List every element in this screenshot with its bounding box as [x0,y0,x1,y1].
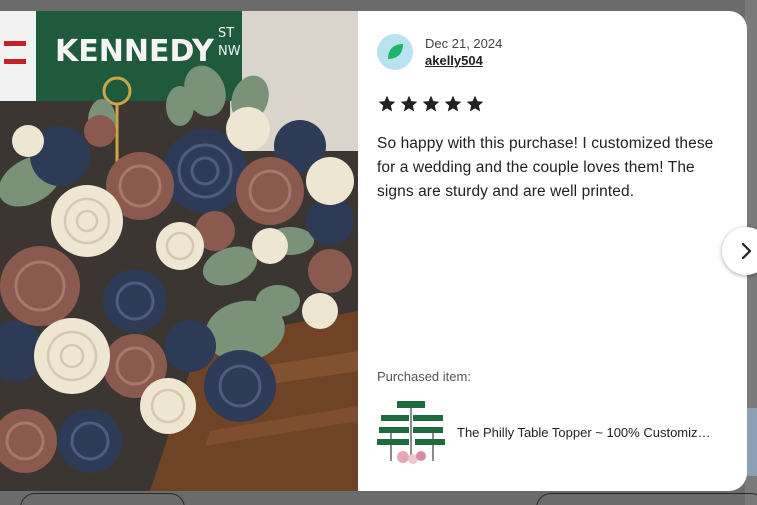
backdrop-button-right [536,493,757,505]
sign-suffix-bottom: NW [218,44,241,59]
leaf-avatar-icon [388,44,403,59]
sign-suffix-top: ST [218,26,234,41]
review-panel: Dec 21, 2024 akelly504 So happy with thi… [377,11,737,491]
review-photo[interactable]: KENNEDY ST NW [0,11,358,491]
product-thumbnail [377,397,445,467]
purchased-item-title: The Philly Table Topper ~ 100% Customiz… [457,424,711,440]
reviewer-name-link[interactable]: akelly504 [425,52,502,69]
star-icon [378,95,396,112]
reviewer-info: Dec 21, 2024 akelly504 [377,34,502,70]
review-text: So happy with this purchase! I customize… [377,135,714,200]
star-icon [400,95,418,112]
avatar [377,34,413,70]
backdrop-button-left [20,493,185,505]
star-icon [422,95,440,112]
star-icon [444,95,462,112]
sign-text: KENNEDY [55,34,215,69]
star-icon [466,95,484,112]
purchased-item-link[interactable]: The Philly Table Topper ~ 100% Customiz… [377,397,735,467]
review-date: Dec 21, 2024 [425,36,503,51]
chevron-right-icon [741,242,752,260]
star-rating [377,94,485,114]
review-modal: KENNEDY ST NW Dec 21, 2024 akelly504 So … [0,11,747,491]
purchased-item-label: Purchased item: [377,369,471,384]
review-photo-image: KENNEDY ST NW [0,11,358,491]
